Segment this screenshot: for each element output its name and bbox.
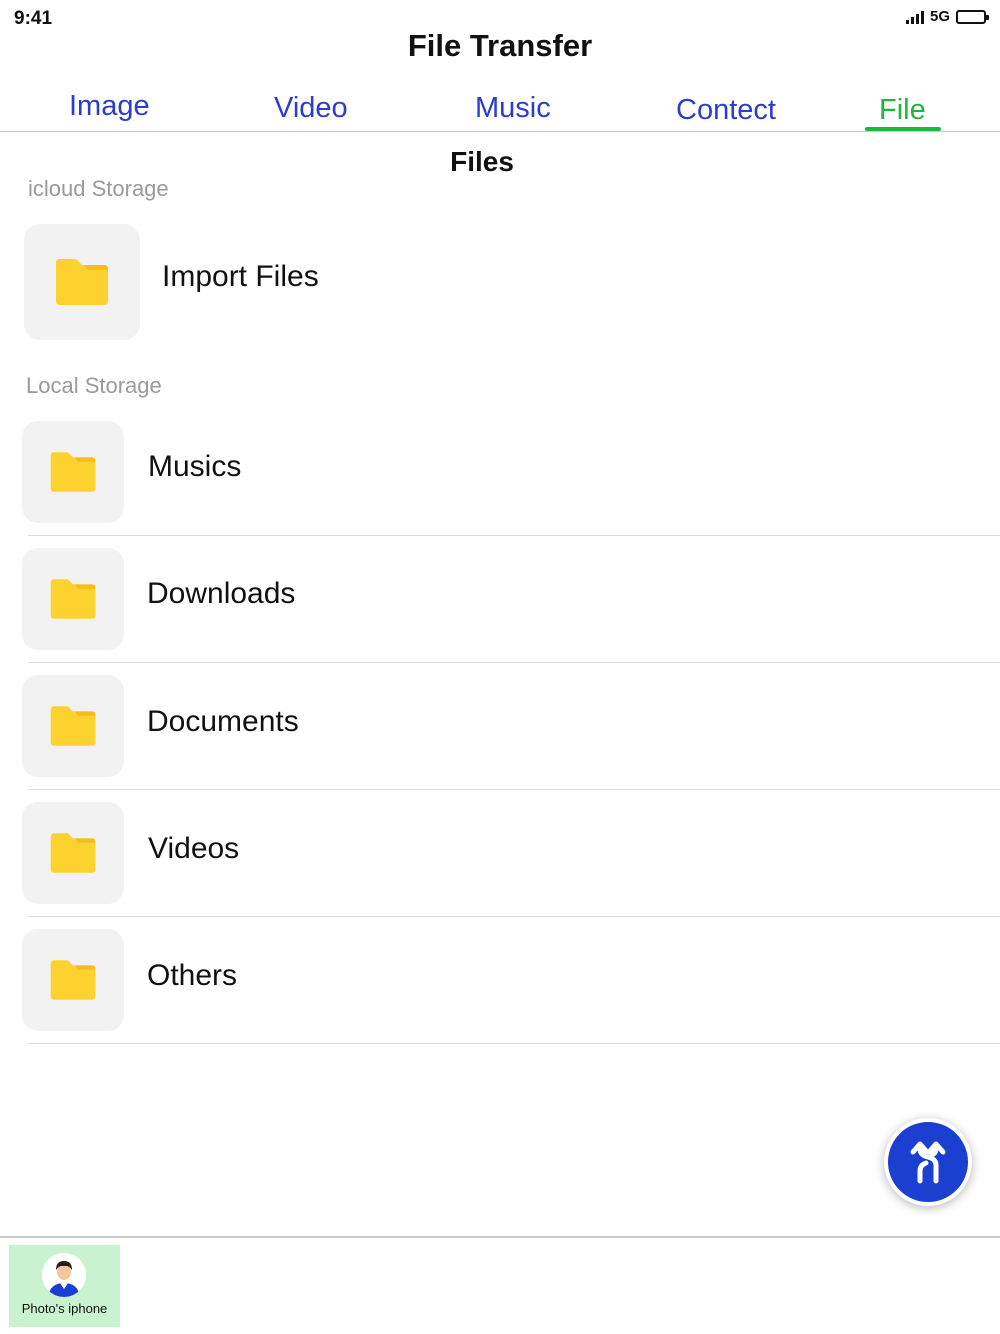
- network-label: 5G: [929, 8, 950, 25]
- folder-icon: [56, 259, 108, 305]
- folder-row-downloads[interactable]: Downloads: [0, 536, 1000, 663]
- device-chip[interactable]: Photo's iphone: [9, 1245, 120, 1327]
- folder-tile: [22, 548, 124, 650]
- active-tab-indicator: [865, 127, 941, 131]
- folder-tile: [22, 421, 124, 523]
- folder-icon: [50, 960, 96, 1000]
- device-name: Photo's iphone: [21, 1301, 108, 1316]
- folder-tile: [22, 802, 124, 904]
- section-title: Files: [450, 146, 514, 177]
- folder-row-musics[interactable]: Musics: [0, 409, 1000, 536]
- folder-tile: [22, 929, 124, 1031]
- icloud-storage-label: icloud Storage: [28, 176, 169, 201]
- folder-tile: [22, 675, 124, 777]
- folder-icon: [50, 833, 96, 873]
- import-files-icon-tile: [24, 224, 140, 340]
- status-time: 9:41: [14, 8, 53, 29]
- folder-icon: [50, 579, 96, 619]
- folder-row-documents[interactable]: Documents: [0, 663, 1000, 790]
- tab-video[interactable]: Video: [274, 92, 348, 125]
- folder-label: Documents: [147, 705, 299, 738]
- page-title: File Transfer: [407, 28, 593, 63]
- bottom-divider: [0, 1236, 1000, 1238]
- tab-contect[interactable]: Contect: [676, 94, 776, 127]
- folder-row-videos[interactable]: Videos: [0, 790, 1000, 917]
- folder-row-others[interactable]: Others: [0, 917, 1000, 1044]
- folder-label: Others: [147, 959, 238, 992]
- row-divider: [28, 1042, 1000, 1044]
- folder-label: Videos: [148, 832, 240, 865]
- folder-icon: [50, 452, 96, 492]
- tab-image[interactable]: Image: [69, 90, 150, 123]
- tab-file[interactable]: File: [879, 94, 926, 127]
- folder-icon: [50, 706, 96, 746]
- avatar: [42, 1253, 86, 1297]
- status-indicators: 5G: [905, 8, 989, 25]
- transfer-arrows-icon: [910, 1141, 946, 1184]
- tab-music[interactable]: Music: [475, 92, 551, 125]
- folder-label: Downloads: [147, 577, 296, 610]
- battery-icon: [956, 9, 989, 24]
- transfer-button[interactable]: [884, 1118, 972, 1206]
- import-files-row[interactable]: Import Files: [24, 224, 624, 340]
- folder-label: Musics: [148, 450, 242, 483]
- import-files-label: Import Files: [162, 260, 319, 293]
- local-storage-label: Local Storage: [26, 373, 162, 398]
- tab-bar: Image Video Music Contect File: [0, 84, 1000, 132]
- signal-icon: [905, 10, 924, 24]
